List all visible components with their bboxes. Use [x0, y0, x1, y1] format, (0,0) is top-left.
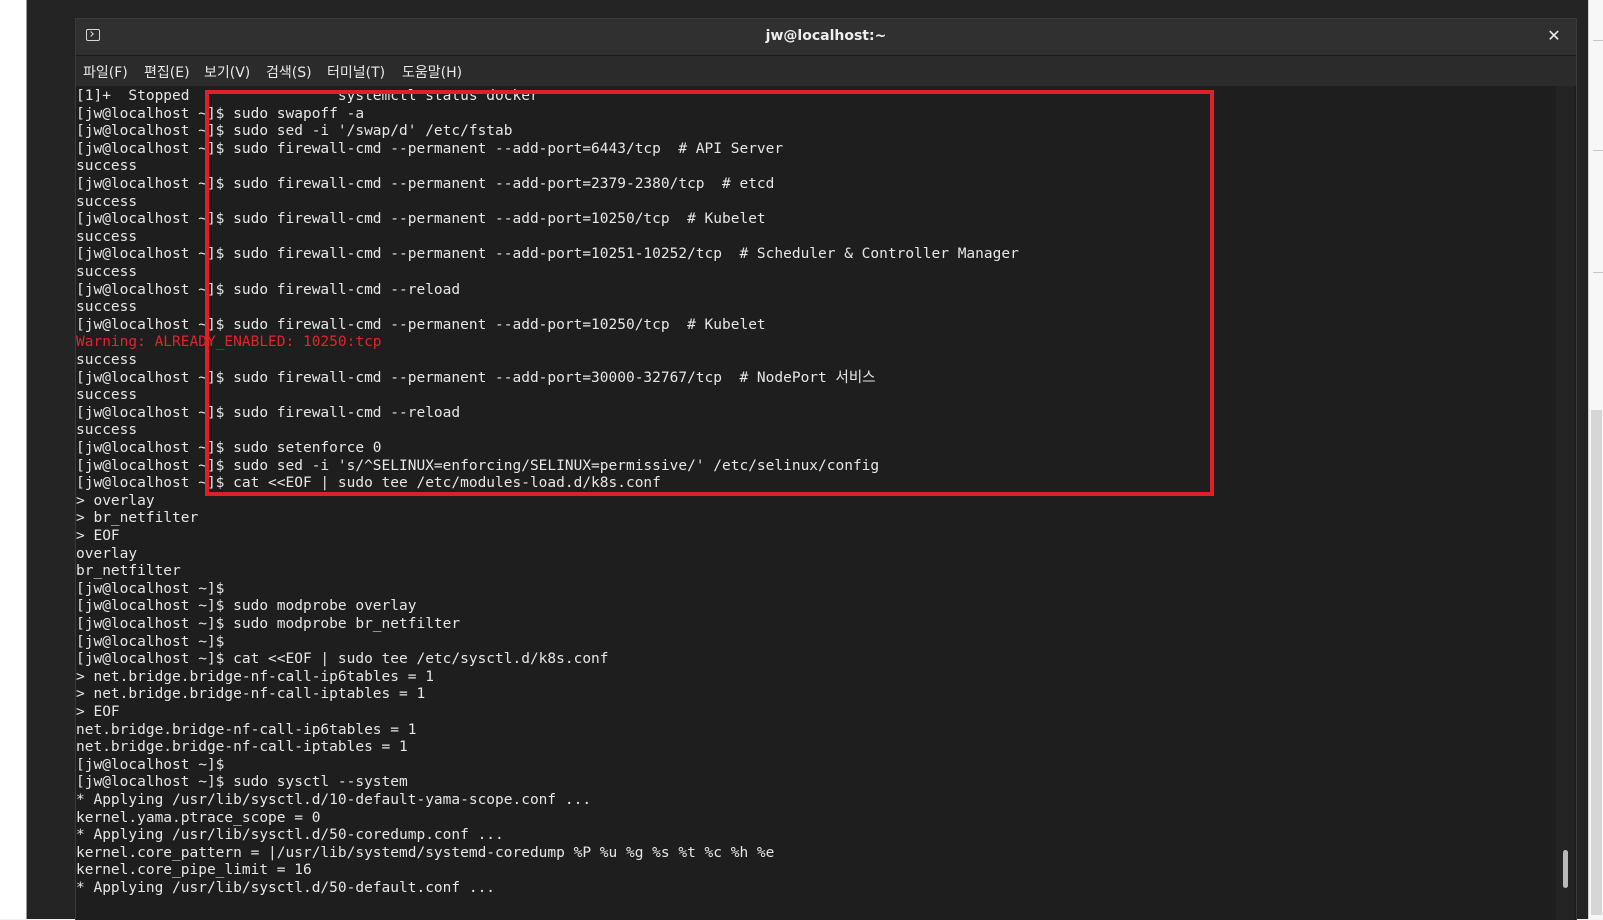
terminal-line: success — [76, 193, 138, 210]
menu-search[interactable]: 검색(S) — [266, 62, 312, 82]
terminal-line: [jw@localhost ~]$ cat <<EOF | sudo tee /… — [76, 475, 661, 492]
terminal-line: [jw@localhost ~]$ sudo modprobe overlay — [76, 598, 417, 615]
terminal-output[interactable]: [1]+ Stopped systemctl status docker [jw@… — [76, 86, 1554, 920]
terminal-line: [jw@localhost ~]$ sudo firewall-cmd --pe… — [76, 316, 766, 333]
terminal-line: [jw@localhost ~]$ sudo sed -i 's/^SELINU… — [76, 457, 880, 474]
terminal-line: * Applying /usr/lib/sysctl.d/10-default-… — [76, 792, 592, 808]
terminal-line: [jw@localhost ~]$ sudo sysctl --system — [76, 774, 408, 791]
terminal-line: success — [76, 158, 138, 175]
terminal-line: > br_netfilter — [76, 510, 199, 527]
terminal-line: [jw@localhost ~]$ — [76, 633, 225, 650]
scrollbar-thumb[interactable] — [1563, 850, 1568, 888]
window-title: jw@localhost:~ — [765, 28, 887, 44]
right-window-edge — [1588, 0, 1603, 919]
menu-view[interactable]: 보기(V) — [204, 62, 250, 82]
terminal-line: [jw@localhost ~]$ — [76, 580, 225, 597]
terminal-line: br_netfilter — [76, 563, 181, 580]
terminal-line: success — [76, 299, 138, 316]
terminal-line: kernel.core_pipe_limit = 16 — [76, 862, 312, 879]
terminal-window: jw@localhost:~ ✕ 파일(F) 편집(E) 보기(V) 검색(S)… — [75, 18, 1577, 920]
menu-help[interactable]: 도움말(H) — [402, 62, 462, 82]
warning-line: Warning: ALREADY_ENABLED: 10250:tcp — [76, 334, 382, 351]
terminal-line: success — [76, 264, 138, 280]
left-window-edge — [0, 0, 27, 919]
terminal-line: kernel.core_pattern = |/usr/lib/systemd/… — [76, 844, 775, 861]
terminal-line: > overlay — [76, 492, 155, 509]
terminal-line: success — [76, 422, 138, 439]
terminal-line: [jw@localhost ~]$ sudo firewall-cmd --pe… — [76, 211, 766, 228]
terminal-line: * Applying /usr/lib/sysctl.d/50-coredump… — [76, 827, 504, 844]
terminal-line: [jw@localhost ~]$ sudo swapoff -a — [76, 105, 365, 122]
terminal-line: [jw@localhost ~]$ sudo modprobe br_netfi… — [76, 616, 461, 632]
menu-terminal[interactable]: 터미널(T) — [327, 62, 385, 82]
terminal-line: [jw@localhost ~]$ — [76, 756, 225, 773]
terminal-line: [jw@localhost ~]$ sudo firewall-cmd --pe… — [76, 140, 784, 157]
terminal-line: success — [76, 352, 138, 368]
terminal-line: [jw@localhost ~]$ sudo firewall-cmd --pe… — [76, 369, 876, 386]
terminal-line: * Applying /usr/lib/sysctl.d/50-default.… — [76, 880, 496, 896]
terminal-line: [1]+ Stopped systemctl status docker — [76, 88, 539, 104]
terminal-line: [jw@localhost ~]$ sudo sed -i '/swap/d' … — [76, 123, 513, 140]
terminal-line: overlay — [76, 545, 138, 562]
menu-edit[interactable]: 편집(E) — [144, 62, 190, 82]
terminal-line: [jw@localhost ~]$ sudo firewall-cmd --re… — [76, 281, 461, 298]
menu-bar: 파일(F) 편집(E) 보기(V) 검색(S) 터미널(T) 도움말(H) — [76, 56, 1576, 86]
terminal-line: kernel.yama.ptrace_scope = 0 — [76, 809, 321, 826]
terminal-line: > EOF — [76, 704, 120, 720]
terminal-line: [jw@localhost ~]$ sudo firewall-cmd --re… — [76, 404, 461, 421]
terminal-line: > net.bridge.bridge-nf-call-iptables = 1 — [76, 686, 426, 703]
terminal-line: success — [76, 387, 138, 404]
terminal-line: [jw@localhost ~]$ sudo firewall-cmd --pe… — [76, 246, 1019, 263]
title-bar[interactable]: jw@localhost:~ ✕ — [76, 19, 1576, 56]
close-button[interactable]: ✕ — [1544, 26, 1564, 46]
menu-file[interactable]: 파일(F) — [83, 62, 128, 82]
terminal-line: [jw@localhost ~]$ sudo firewall-cmd --pe… — [76, 176, 775, 192]
terminal-line: > EOF — [76, 528, 120, 544]
terminal-line: [jw@localhost ~]$ sudo setenforce 0 — [76, 440, 382, 456]
terminal-line: [jw@localhost ~]$ cat <<EOF | sudo tee /… — [76, 651, 609, 668]
terminal-scrollbar[interactable] — [1556, 86, 1574, 920]
terminal-line: net.bridge.bridge-nf-call-iptables = 1 — [76, 739, 408, 756]
background-scrollbar[interactable] — [1591, 410, 1602, 915]
terminal-line: net.bridge.bridge-nf-call-ip6tables = 1 — [76, 721, 417, 738]
terminal-line: > net.bridge.bridge-nf-call-ip6tables = … — [76, 668, 434, 685]
terminal-line: success — [76, 228, 138, 245]
